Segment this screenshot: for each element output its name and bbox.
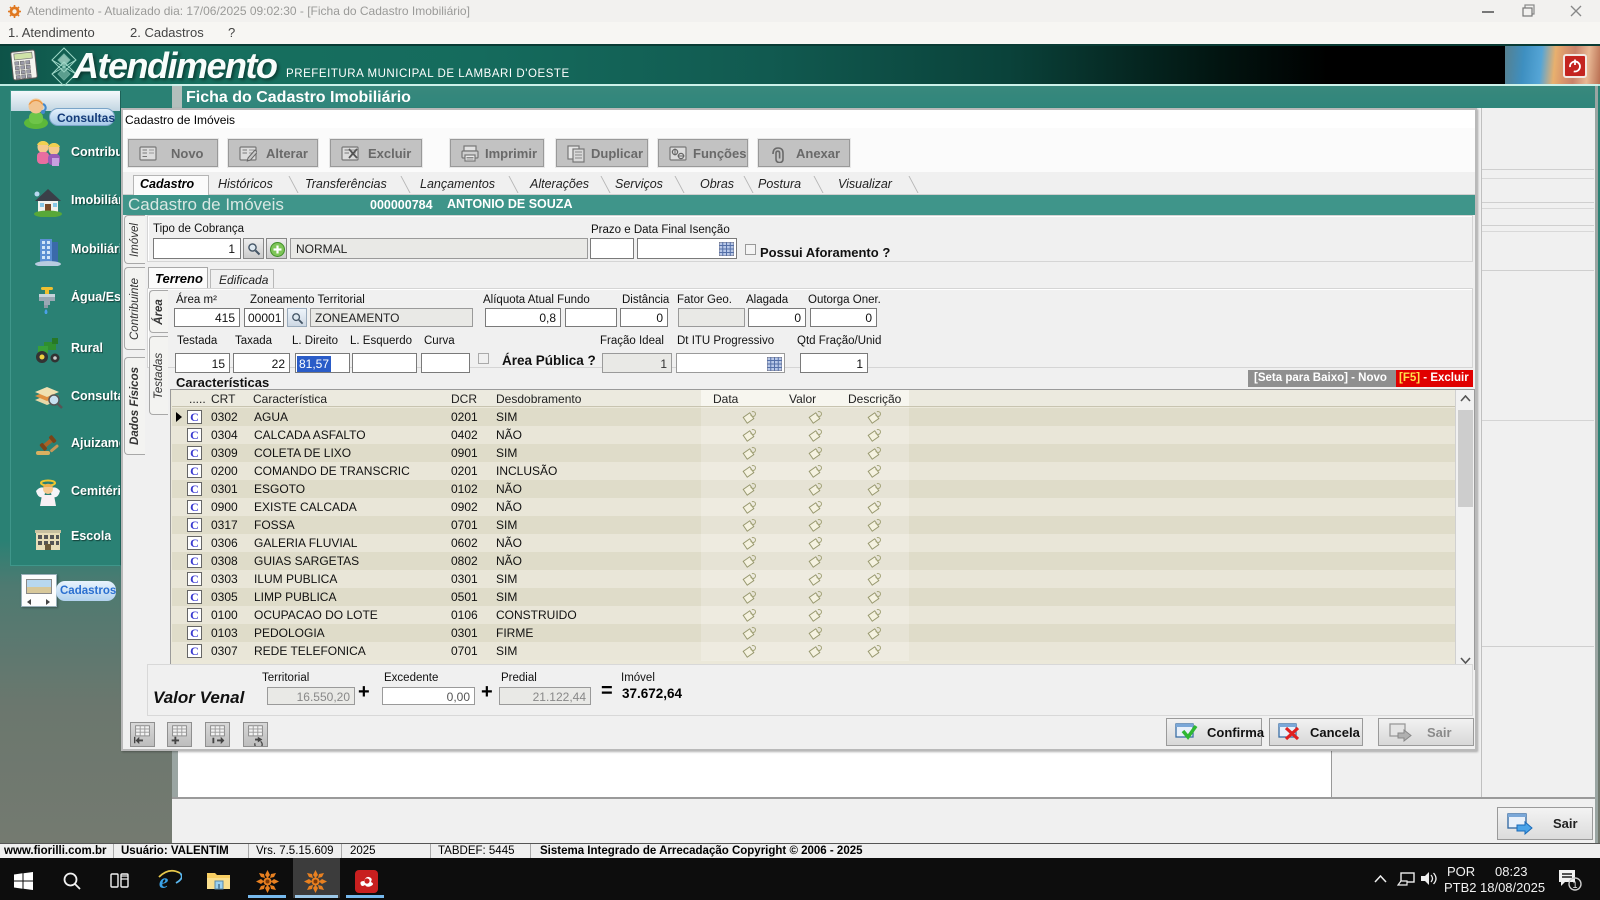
svg-text:1: 1 [1573,880,1578,890]
